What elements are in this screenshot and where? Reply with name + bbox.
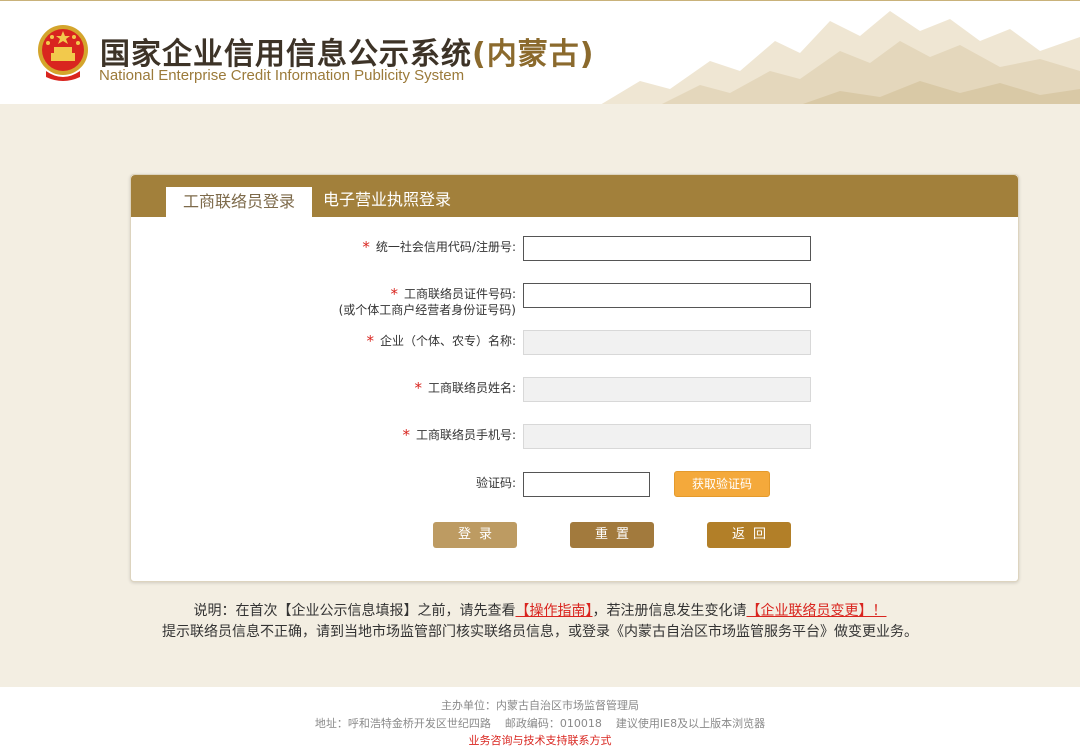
liaison-change-link[interactable]: 【企业联络员变更】！ (747, 603, 887, 619)
credit-code-input[interactable] (523, 236, 811, 261)
login-button[interactable]: 登录 (433, 522, 517, 548)
liaison-id-label: * 工商联络员证件号码: (或个体工商户经营者身份证号码) (338, 285, 516, 317)
mountain-background-image (601, 11, 1080, 104)
site-header: 国家企业信用信息公示系统(内蒙古) National Enterprise Cr… (0, 0, 1080, 104)
operation-guide-link[interactable]: 【操作指南】 (516, 603, 593, 619)
company-name-input (523, 330, 811, 355)
reset-button[interactable]: 重置 (570, 522, 654, 548)
footer-sponsor: 主办单位：内蒙古自治区市场监督管理局 (441, 699, 639, 712)
required-mark: * (402, 426, 410, 444)
liaison-phone-label: * 工商联络员手机号: (402, 426, 516, 444)
instructions-note: 说明：在首次【企业公示信息填报】之前，请先查看【操作指南】，若注册信息发生变化请… (193, 603, 887, 619)
get-captcha-button[interactable]: 获取验证码 (674, 471, 770, 497)
liaison-phone-input (523, 424, 811, 449)
tab-e-license-login[interactable]: 电子营业执照登录 (323, 187, 451, 217)
tab-liaison-login[interactable]: 工商联络员登录 (166, 187, 312, 217)
site-footer: 主办单位：内蒙古自治区市场监督管理局 地址：呼和浩特金桥开发区世纪四路 邮政编码… (0, 687, 1080, 754)
site-subtitle: National Enterprise Credit Information P… (99, 67, 465, 84)
national-emblem-icon (38, 25, 88, 81)
back-button[interactable]: 返回 (707, 522, 791, 548)
captcha-input[interactable] (523, 472, 650, 497)
login-panel: 工商联络员登录 电子营业执照登录 * 统一社会信用代码/注册号: * 工商联络员证件… (130, 174, 1019, 582)
footer-contact-link[interactable]: 业务咨询与技术支持联系方式 (0, 732, 1080, 748)
company-name-label: * 企业（个体、农专）名称: (366, 332, 516, 350)
credit-code-label: * 统一社会信用代码/注册号: (362, 238, 516, 256)
footer-address: 地址：呼和浩特金桥开发区世纪四路 邮政编码：010018 建议使用IE8及以上版… (314, 717, 766, 730)
liaison-id-label-note: (或个体工商户经营者身份证号码) (338, 303, 516, 317)
required-mark: * (362, 238, 370, 256)
captcha-label: 验证码: (475, 476, 516, 490)
required-mark: * (366, 332, 374, 350)
liaison-id-input[interactable] (523, 283, 811, 308)
required-mark: * (414, 379, 422, 397)
required-mark: * (390, 285, 398, 303)
liaison-name-input (523, 377, 811, 402)
liaison-name-label: * 工商联络员姓名: (414, 379, 516, 397)
liaison-info-note: 提示联络员信息不正确，请到当地市场监管部门核实联络员信息，或登录《内蒙古自治区市… (162, 624, 918, 640)
login-tabbar: 工商联络员登录 电子营业执照登录 (131, 175, 1018, 217)
